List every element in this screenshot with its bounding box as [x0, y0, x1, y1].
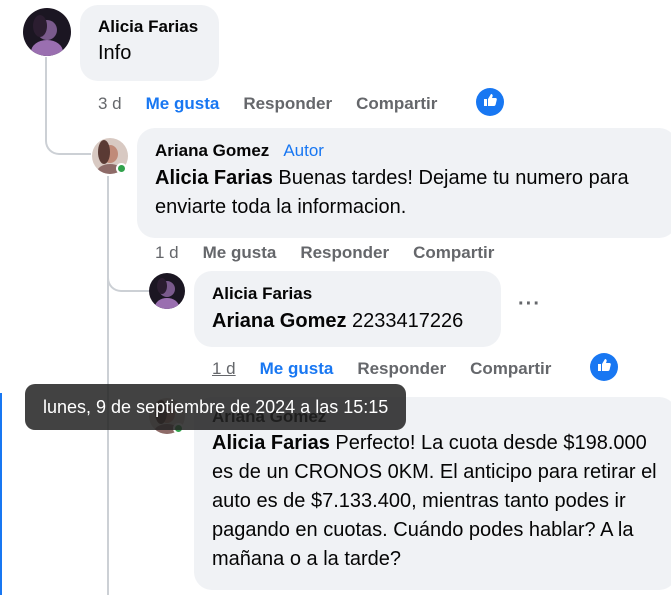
reply-button[interactable]: Responder: [243, 94, 332, 114]
comment-author[interactable]: Ariana Gomez: [155, 141, 269, 160]
like-reaction-badge[interactable]: [476, 88, 504, 116]
thread-connector-1: [45, 110, 91, 155]
mention-link[interactable]: Alicia Farias: [212, 432, 330, 454]
share-button[interactable]: Compartir: [470, 359, 551, 379]
like-button[interactable]: Me gusta: [146, 94, 220, 114]
more-options-icon[interactable]: ···: [518, 293, 541, 316]
comment-text-block: Alicia Farias Perfecto! La cuota desde $…: [212, 429, 667, 574]
comment-author[interactable]: Alicia Farias: [98, 17, 201, 37]
reply-button[interactable]: Responder: [300, 243, 389, 263]
comment-actions: 3 d Me gusta Responder Compartir: [98, 94, 461, 114]
comment-actions: 1 d Me gusta Responder Compartir: [212, 359, 575, 379]
comment-timestamp[interactable]: 1 d: [212, 359, 236, 379]
comment-bubble: Alicia Farias Ariana Gomez 2233417226: [194, 271, 501, 347]
comment-text-block: Alicia Farias Buenas tardes! Dejame tu n…: [155, 164, 659, 222]
share-button[interactable]: Compartir: [356, 94, 437, 114]
timestamp-tooltip: lunes, 9 de septiembre de 2024 a las 15:…: [25, 384, 407, 430]
comment-text-block: Ariana Gomez 2233417226: [212, 307, 483, 336]
comment-bubble: Ariana Gomez Autor Alicia Farias Buenas t…: [137, 128, 671, 238]
reply-button[interactable]: Responder: [357, 359, 446, 379]
thumbs-up-icon: [596, 357, 612, 378]
comment-timestamp[interactable]: 3 d: [98, 94, 122, 114]
share-button[interactable]: Compartir: [413, 243, 494, 263]
comment-bubble: Alicia Farias Info: [80, 5, 219, 81]
comment-text: Info: [98, 42, 132, 64]
comment-author[interactable]: Alicia Farias: [212, 284, 483, 304]
like-reaction-badge[interactable]: [590, 353, 618, 381]
comment-actions: 1 d Me gusta Responder Compartir: [155, 243, 518, 263]
author-badge: Autor: [283, 141, 324, 160]
avatar[interactable]: [23, 8, 71, 56]
selection-accent: [0, 393, 2, 595]
mention-link[interactable]: Ariana Gomez: [212, 310, 346, 332]
thumbs-up-icon: [482, 92, 498, 113]
comment-text: 2233417226: [352, 310, 464, 332]
like-button[interactable]: Me gusta: [203, 243, 277, 263]
online-status-icon: [116, 163, 127, 174]
avatar[interactable]: [149, 273, 185, 309]
mention-link[interactable]: Alicia Farias: [155, 167, 273, 189]
like-button[interactable]: Me gusta: [260, 359, 334, 379]
comment-author-row: Ariana Gomez Autor: [155, 141, 659, 161]
thread-connector-2: [107, 258, 149, 292]
comment-timestamp[interactable]: 1 d: [155, 243, 179, 263]
